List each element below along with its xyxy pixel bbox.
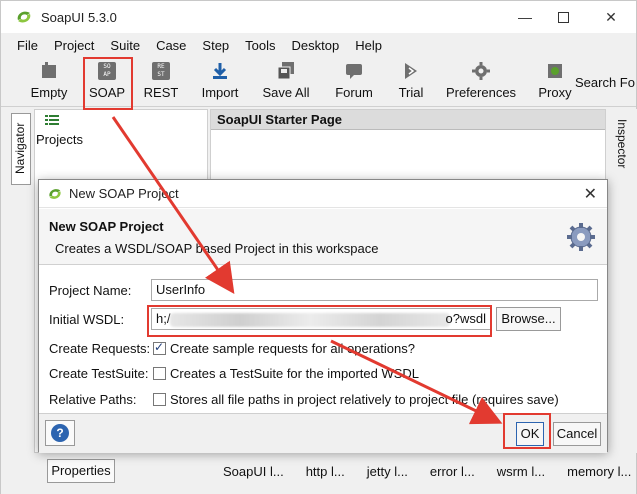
log-tab-http[interactable]: http l...: [302, 460, 349, 483]
title-bar: SoapUI 5.3.0 — ✕: [1, 1, 636, 33]
maximize-icon: [557, 11, 569, 23]
dialog-subheading: Creates a WSDL/SOAP based Project in thi…: [55, 241, 379, 256]
help-icon: ?: [51, 424, 69, 442]
save-all-label: Save All: [262, 85, 310, 100]
dialog-title: New SOAP Project: [69, 186, 179, 201]
import-label: Import: [201, 85, 239, 100]
list-view-icon[interactable]: [45, 113, 59, 125]
menu-tools[interactable]: Tools: [245, 38, 275, 53]
relative-paths-label: Relative Paths:: [49, 392, 137, 407]
relative-paths-text: Stores all file paths in project relativ…: [170, 392, 559, 407]
redacted-url: [170, 313, 450, 327]
window-title: SoapUI 5.3.0: [41, 9, 117, 25]
relative-paths-checkbox[interactable]: [153, 393, 166, 406]
create-testsuite-text: Creates a TestSuite for the imported WSD…: [170, 366, 420, 381]
create-testsuite-checkbox[interactable]: [153, 367, 166, 380]
new-soap-project-dialog: New SOAP Project ✕ New SOAP Project Crea…: [38, 179, 608, 453]
log-tab-soapui[interactable]: SoapUI l...: [219, 460, 288, 483]
rest-label: REST: [143, 85, 179, 100]
projects-tree-root[interactable]: Projects: [36, 132, 83, 147]
dialog-title-bar: New SOAP Project ✕: [39, 180, 607, 208]
create-requests-text: Create sample requests for all operation…: [170, 341, 415, 356]
project-name-label: Project Name:: [49, 283, 132, 298]
dialog-footer: ? OK Cancel: [39, 413, 607, 453]
bottom-bar: Properties SoapUI l... http l... jetty l…: [1, 453, 636, 494]
cancel-button[interactable]: Cancel: [553, 422, 601, 446]
soap-label: SOAP: [88, 85, 126, 100]
trial-label: Trial: [398, 85, 424, 100]
wsdl-value-start: h;/: [156, 311, 171, 326]
toolbar: Empty SO AP SOAP RE ST REST Import Save Al…: [1, 57, 636, 107]
proxy-icon: [544, 60, 566, 82]
create-requests-label: Create Requests:: [49, 341, 151, 356]
soap-button[interactable]: SO AP SOAP: [87, 57, 127, 107]
project-name-input[interactable]: UserInfo: [151, 279, 598, 301]
gear-icon: [565, 221, 597, 253]
import-button[interactable]: Import: [197, 57, 243, 107]
ok-button[interactable]: OK: [516, 422, 544, 446]
menu-file[interactable]: File: [17, 38, 38, 53]
initial-wsdl-input[interactable]: h;/ o?wsdl: [151, 308, 491, 330]
menu-case[interactable]: Case: [156, 38, 186, 53]
soapui-logo-icon: [15, 8, 33, 26]
menu-help[interactable]: Help: [355, 38, 382, 53]
menu-suite[interactable]: Suite: [110, 38, 140, 53]
proxy-button[interactable]: Proxy: [537, 57, 573, 107]
import-icon: [209, 60, 231, 82]
empty-label: Empty: [30, 85, 68, 100]
menu-project[interactable]: Project: [54, 38, 94, 53]
preferences-label: Preferences: [445, 85, 517, 100]
search-forum-label[interactable]: Search Fo: [575, 75, 635, 90]
soap-icon: SO AP: [96, 60, 118, 82]
dialog-close-button[interactable]: ✕: [584, 184, 597, 204]
gear-icon: [470, 60, 492, 82]
save-all-button[interactable]: Save All: [261, 57, 311, 107]
close-button[interactable]: ✕: [589, 1, 633, 33]
starter-page-tab[interactable]: SoapUI Starter Page: [211, 110, 605, 130]
empty-button[interactable]: Empty: [29, 57, 69, 107]
forum-button[interactable]: Forum: [333, 57, 375, 107]
log-tab-wsrm[interactable]: wsrm l...: [493, 460, 549, 483]
save-all-icon: [275, 60, 297, 82]
dialog-header: New SOAP Project Creates a WSDL/SOAP bas…: [39, 209, 607, 265]
log-tab-memory[interactable]: memory l...: [563, 460, 635, 483]
forum-label: Forum: [335, 85, 373, 100]
initial-wsdl-label: Initial WSDL:: [49, 312, 125, 327]
create-requests-checkbox[interactable]: [153, 340, 166, 355]
inspector-tab[interactable]: Inspector: [607, 109, 637, 453]
navigator-tab-label: Navigator: [13, 122, 27, 174]
soapui-window: SoapUI 5.3.0 — ✕ File Project Suite Case…: [0, 0, 637, 494]
browse-button[interactable]: Browse...: [496, 307, 561, 331]
rest-button[interactable]: RE ST REST: [143, 57, 179, 107]
help-button[interactable]: ?: [45, 420, 75, 446]
empty-project-icon: [38, 60, 60, 82]
inspector-tab-label: Inspector: [615, 119, 629, 169]
menu-bar: File Project Suite Case Step Tools Deskt…: [1, 34, 636, 56]
create-testsuite-label: Create TestSuite:: [49, 366, 149, 381]
log-tabs: SoapUI l... http l... jetty l... error l…: [219, 453, 637, 489]
trial-button[interactable]: Trial: [395, 57, 427, 107]
forum-icon: [343, 60, 365, 82]
rest-icon: RE ST: [150, 60, 172, 82]
navigator-tab[interactable]: Navigator: [11, 113, 31, 185]
dialog-heading: New SOAP Project: [49, 219, 164, 234]
maximize-button[interactable]: [541, 1, 585, 33]
properties-button[interactable]: Properties: [47, 459, 115, 483]
proxy-label: Proxy: [538, 85, 572, 100]
trial-icon: [400, 60, 422, 82]
log-tab-error[interactable]: error l...: [426, 460, 479, 483]
preferences-button[interactable]: Preferences: [445, 57, 517, 107]
menu-desktop[interactable]: Desktop: [292, 38, 340, 53]
log-tab-jetty[interactable]: jetty l...: [363, 460, 412, 483]
menu-step[interactable]: Step: [202, 38, 229, 53]
wsdl-value-end: o?wsdl: [445, 311, 486, 326]
soapui-logo-icon: [47, 186, 63, 202]
